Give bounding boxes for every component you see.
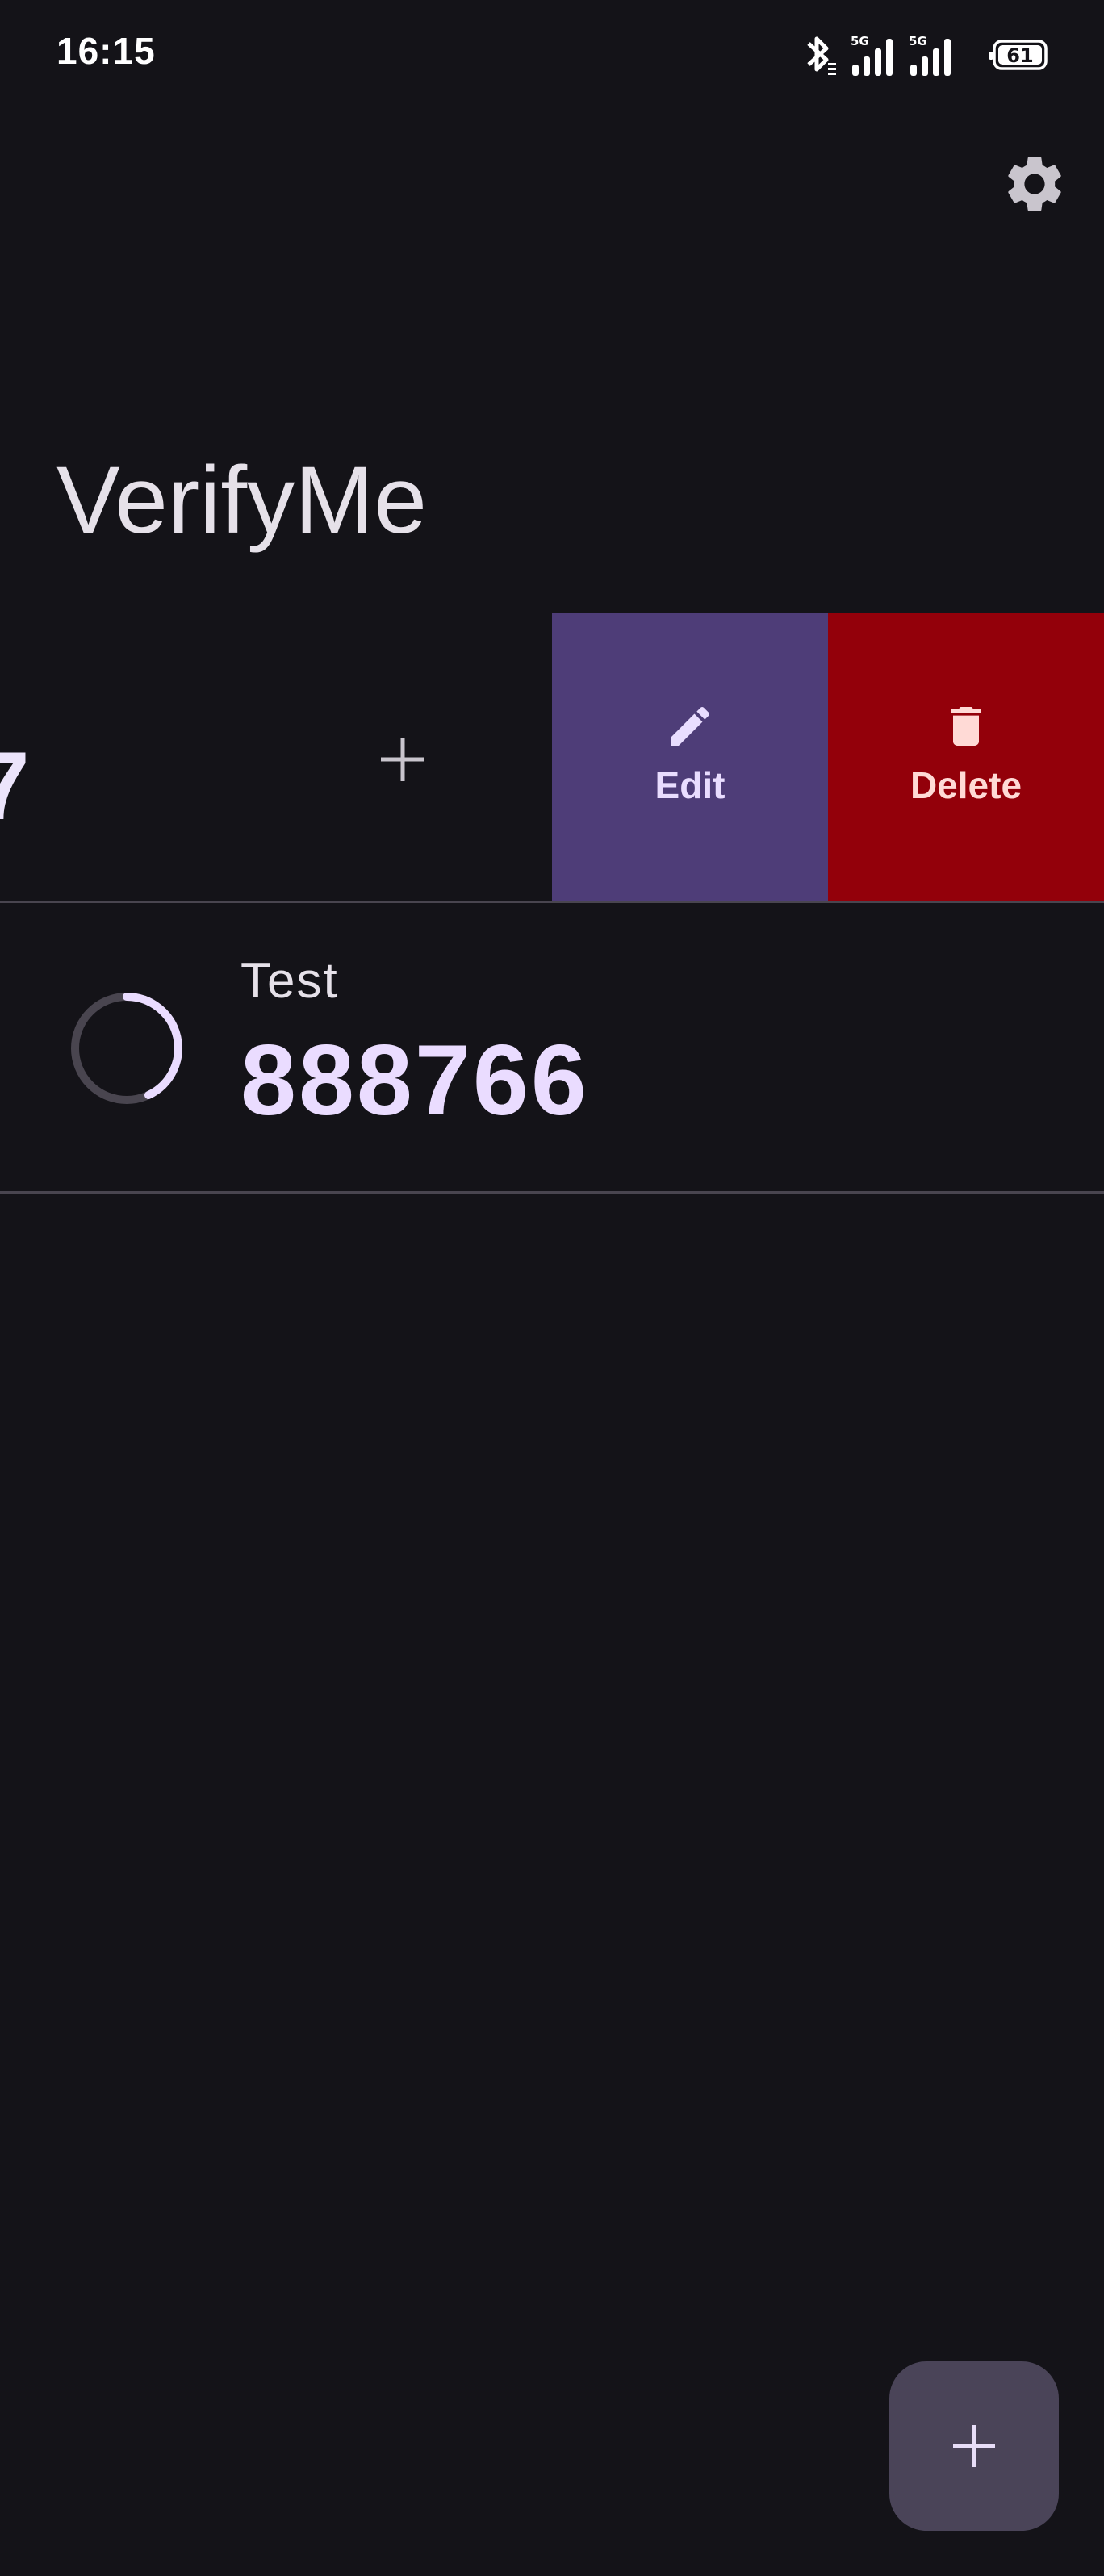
add-account-button[interactable] xyxy=(889,2361,1059,2531)
signal-5g-icon: 5G xyxy=(909,34,951,76)
account-name: Test xyxy=(240,953,339,1009)
countdown-ring-icon xyxy=(71,993,182,1104)
gear-icon xyxy=(1008,157,1061,211)
battery-icon: 61 xyxy=(989,40,1048,70)
signal-5g-icon: 5G xyxy=(851,34,893,76)
edit-action-button[interactable]: Edit xyxy=(552,613,828,901)
plus-icon xyxy=(953,2425,995,2467)
network-label-1: 5G xyxy=(851,34,869,48)
account-code-fragment: 7 xyxy=(0,732,30,840)
plus-icon[interactable] xyxy=(376,733,429,786)
settings-button[interactable] xyxy=(1001,150,1068,218)
bluetooth-icon xyxy=(807,36,836,75)
status-time: 16:15 xyxy=(56,30,156,72)
pencil-icon xyxy=(671,706,710,746)
account-row-swiped[interactable]: 7 Edit Delete xyxy=(0,613,1104,901)
delete-action-button[interactable]: Delete xyxy=(828,613,1104,901)
divider xyxy=(0,1191,1104,1194)
trash-icon xyxy=(951,707,981,746)
delete-label: Delete xyxy=(910,764,1022,806)
network-label-2: 5G xyxy=(909,34,927,48)
edit-label: Edit xyxy=(654,764,726,806)
otp-code[interactable]: 888766 xyxy=(240,1023,589,1138)
battery-level: 61 xyxy=(1006,44,1033,67)
account-row[interactable]: Test 888766 xyxy=(0,902,1104,1193)
status-bar: 16:15 5G 5G 61 xyxy=(0,0,1104,107)
app-title: VerifyMe xyxy=(56,447,428,554)
